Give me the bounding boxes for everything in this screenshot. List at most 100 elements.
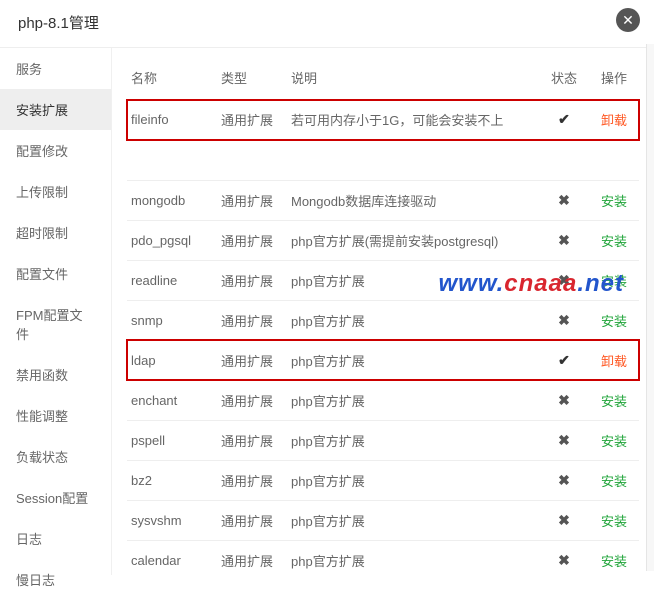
cell-type: 通用扩展 — [217, 100, 287, 140]
cell-type: 通用扩展 — [217, 220, 287, 260]
cell-desc: php官方扩展 — [287, 500, 539, 540]
cell-desc: php官方扩展 — [287, 460, 539, 500]
table-row: mongodb通用扩展Mongodb数据库连接驱动 ✖ 安装 — [127, 180, 639, 220]
table-row: readline通用扩展php官方扩展✖安装 — [127, 260, 639, 300]
cell-desc: php官方扩展 — [287, 380, 539, 420]
cross-icon: ✖ — [558, 472, 570, 489]
th-type: 类型 — [217, 58, 287, 100]
cell-type: 通用扩展 — [217, 540, 287, 575]
cell-type: 通用扩展 — [217, 260, 287, 300]
cell-type: 通用扩展 — [217, 420, 287, 460]
table-row: pspell通用扩展php官方扩展✖安装 — [127, 420, 639, 460]
check-icon: ✔ — [558, 352, 570, 369]
cell-name: bz2 — [127, 460, 217, 500]
window-header: php-8.1管理 ✕ — [0, 0, 654, 48]
cell-action: 安装 — [589, 220, 639, 260]
right-edge-strip — [646, 44, 654, 571]
sidebar-item-1[interactable]: 安装扩展 — [0, 89, 111, 130]
th-name: 名称 — [127, 58, 217, 100]
sidebar-item-2[interactable]: 配置修改 — [0, 130, 111, 171]
cell-desc: php官方扩展 — [287, 260, 539, 300]
cross-icon: ✖ — [558, 392, 570, 409]
window-title: php-8.1管理 — [18, 15, 99, 32]
sidebar-item-10[interactable]: Session配置 — [0, 477, 111, 518]
install-link[interactable]: 安装 — [601, 234, 627, 249]
cell-status: ✔ — [539, 100, 589, 140]
cell-status: ✔ — [539, 340, 589, 380]
uninstall-link[interactable]: 卸载 — [601, 113, 627, 128]
install-link[interactable]: 安装 — [601, 274, 627, 289]
cell-name: pdo_pgsql — [127, 220, 217, 260]
cell-status: ✖ — [539, 300, 589, 340]
cell-type: 通用扩展 — [217, 380, 287, 420]
cell-desc: 若可用内存小于1G，可能会安装不上 — [287, 100, 539, 140]
cell-type: 通用扩展 — [217, 300, 287, 340]
table-row: calendar通用扩展php官方扩展✖安装 — [127, 540, 639, 575]
cell-status: ✖ — [539, 380, 589, 420]
cell-name: calendar — [127, 540, 217, 575]
cell-desc: php官方扩展 — [287, 340, 539, 380]
cell-type: 通用扩展 — [217, 500, 287, 540]
cell-type: 通用扩展 — [217, 180, 287, 220]
sidebar-item-0[interactable]: 服务 — [0, 48, 111, 89]
sidebar-item-8[interactable]: 性能调整 — [0, 395, 111, 436]
cell-action: 安装 — [589, 380, 639, 420]
cross-icon: ✖ — [558, 192, 570, 209]
cell-desc: Mongodb数据库连接驱动 — [287, 180, 539, 220]
cell-action: 安装 — [589, 300, 639, 340]
install-link[interactable]: 安装 — [601, 514, 627, 529]
cell-name: ldap — [127, 340, 217, 380]
sidebar-item-7[interactable]: 禁用函数 — [0, 354, 111, 395]
sidebar-item-11[interactable]: 日志 — [0, 518, 111, 559]
cell-status: ✖ — [539, 460, 589, 500]
cell-action: 安装 — [589, 260, 639, 300]
sidebar: 服务安装扩展配置修改上传限制超时限制配置文件FPM配置文件禁用函数性能调整负载状… — [0, 48, 112, 575]
cell-desc: php官方扩展 — [287, 300, 539, 340]
sidebar-item-6[interactable]: FPM配置文件 — [0, 294, 111, 354]
table-header-row: 名称 类型 说明 状态 操作 — [127, 58, 639, 100]
cross-icon: ✖ — [558, 272, 570, 289]
sidebar-item-4[interactable]: 超时限制 — [0, 212, 111, 253]
close-button[interactable]: ✕ — [616, 8, 640, 32]
scroll-gap — [127, 140, 639, 180]
cell-name: mongodb — [127, 180, 217, 220]
sidebar-item-5[interactable]: 配置文件 — [0, 253, 111, 294]
cell-name: sysvshm — [127, 500, 217, 540]
cell-name: snmp — [127, 300, 217, 340]
cell-name: fileinfo — [127, 100, 217, 140]
cell-desc: php官方扩展 — [287, 420, 539, 460]
table-row: ldap通用扩展php官方扩展 ✔ 卸载 — [127, 340, 639, 380]
install-link[interactable]: 安装 — [601, 434, 627, 449]
cell-name: enchant — [127, 380, 217, 420]
install-link[interactable]: 安装 — [601, 554, 627, 569]
main-content: 名称 类型 说明 状态 操作 fileinfo通用扩展若可用内存小于1G，可能会… — [112, 48, 654, 575]
sidebar-item-12[interactable]: 慢日志 — [0, 559, 111, 600]
cell-status: ✖ — [539, 540, 589, 575]
cell-action: 安装 — [589, 180, 639, 220]
check-icon: ✔ — [558, 111, 570, 128]
cell-type: 通用扩展 — [217, 340, 287, 380]
uninstall-link[interactable]: 卸载 — [601, 354, 627, 369]
table-row: fileinfo通用扩展若可用内存小于1G，可能会安装不上 ✔ 卸载 — [127, 100, 639, 140]
table-row: enchant通用扩展php官方扩展 ✖ 安装 — [127, 380, 639, 420]
cell-action: 安装 — [589, 420, 639, 460]
table-row: sysvshm通用扩展php官方扩展✖安装 — [127, 500, 639, 540]
install-link[interactable]: 安装 — [601, 194, 627, 209]
cross-icon: ✖ — [558, 312, 570, 329]
cell-action: 安装 — [589, 540, 639, 575]
sidebar-item-3[interactable]: 上传限制 — [0, 171, 111, 212]
install-link[interactable]: 安装 — [601, 394, 627, 409]
extensions-table-body: mongodb通用扩展Mongodb数据库连接驱动✖安装pdo_pgsql通用扩… — [127, 140, 639, 575]
install-link[interactable]: 安装 — [601, 474, 627, 489]
th-desc: 说明 — [287, 58, 539, 100]
cell-status: ✖ — [539, 180, 589, 220]
cell-status: ✖ — [539, 420, 589, 460]
table-row: pdo_pgsql通用扩展php官方扩展(需提前安装postgresql)✖安装 — [127, 220, 639, 260]
cross-icon: ✖ — [558, 552, 570, 569]
extensions-table: 名称 类型 说明 状态 操作 fileinfo通用扩展若可用内存小于1G，可能会… — [127, 58, 639, 140]
cell-desc: php官方扩展(需提前安装postgresql) — [287, 220, 539, 260]
install-link[interactable]: 安装 — [601, 314, 627, 329]
cell-action: 卸载 — [589, 340, 639, 380]
sidebar-item-9[interactable]: 负载状态 — [0, 436, 111, 477]
th-action: 操作 — [589, 58, 639, 100]
